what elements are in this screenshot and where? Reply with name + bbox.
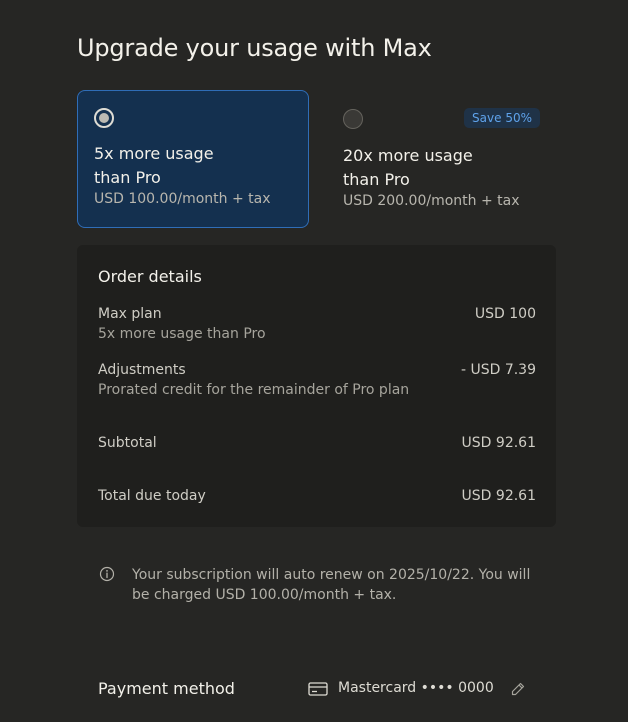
upgrade-page: Upgrade your usage with Max 5x more usag… [0,0,628,722]
max-plan-label: Max plan [98,306,162,322]
max-plan-description: 5x more usage than Pro [98,326,266,342]
plan-price: USD 200.00/month + tax [343,193,520,209]
order-details-heading: Order details [98,267,202,286]
plan-option-20x[interactable]: Save 50% 20x more usage than Pro USD 200… [321,90,553,228]
adjustments-label: Adjustments [98,362,186,378]
pencil-icon[interactable] [510,681,526,697]
subtotal-amount: USD 92.61 [461,435,536,451]
plan-name: 5x more usage than Pro [94,142,244,190]
order-details-panel: Order details Max plan 5x more usage tha… [77,245,556,527]
plan-name-line2: than Pro [94,168,161,187]
plan-name-line1: 5x more usage [94,144,214,163]
radio-unselected[interactable] [343,109,363,129]
info-icon [99,566,115,582]
credit-card-icon [308,682,328,696]
payment-method-label: Payment method [98,679,235,698]
adjustments-amount: - USD 7.39 [460,362,536,378]
radio-selected[interactable] [94,108,114,128]
total-due-amount: USD 92.61 [461,488,536,504]
card-details: Mastercard •••• 0000 [338,680,494,696]
total-due-label: Total due today [98,488,206,504]
plan-name-line2: than Pro [343,170,410,189]
plan-name-line1: 20x more usage [343,146,473,165]
subtotal-label: Subtotal [98,435,157,451]
plan-name: 20x more usage than Pro [343,144,493,192]
max-plan-price: USD 100 [474,306,536,322]
plan-option-5x[interactable]: 5x more usage than Pro USD 100.00/month … [77,90,309,228]
auto-renew-notice: Your subscription will auto renew on 202… [132,567,531,603]
plan-price: USD 100.00/month + tax [94,191,271,207]
save-badge: Save 50% [464,108,540,128]
adjustments-description: Prorated credit for the remainder of Pro… [98,382,410,398]
page-title: Upgrade your usage with Max [77,34,432,62]
